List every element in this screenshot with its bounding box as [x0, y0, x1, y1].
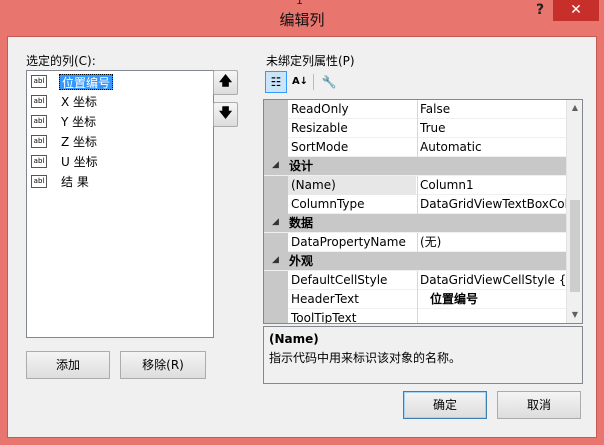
dialog-window: 1 编辑列 ? ✕ 选定的列(C): abl 位置编号 abl X 坐标 abl…	[0, 0, 604, 445]
property-value-input[interactable]: Column1	[417, 176, 568, 195]
property-row[interactable]: DefaultCellStyle DataGridViewCellStyle {…	[264, 271, 568, 290]
category-name: 数据	[289, 216, 314, 230]
column-item[interactable]: abl Y 坐标	[29, 113, 209, 131]
move-down-button[interactable]: 🡇	[213, 102, 238, 127]
property-name: DataPropertyName	[291, 235, 406, 249]
selected-columns-list[interactable]: abl 位置编号 abl X 坐标 abl Y 坐标 abl Z 坐标 abl …	[26, 70, 214, 338]
sort-alphabetical-icon: A↓	[291, 76, 309, 87]
textbox-column-icon: abl	[31, 115, 47, 128]
property-row[interactable]: ToolTipText	[264, 309, 568, 324]
arrow-down-icon: 🡇	[218, 106, 233, 121]
cancel-button[interactable]: 取消	[497, 391, 581, 419]
ok-button[interactable]: 确定	[403, 391, 487, 419]
close-icon: ✕	[570, 2, 582, 18]
property-grid[interactable]: ReadOnly False Resizable True SortMode A…	[263, 99, 583, 324]
property-name: ColumnType	[291, 197, 365, 211]
dialog-title: 编辑列	[279, 11, 325, 29]
column-item-label: Z 坐标	[61, 135, 98, 149]
property-row[interactable]: HeaderText 位置编号	[264, 290, 568, 309]
column-item[interactable]: abl X 坐标	[29, 93, 209, 111]
column-item[interactable]: abl Z 坐标	[29, 133, 209, 151]
category-row-design[interactable]: ◢ 设计	[264, 157, 568, 176]
property-name: Resizable	[291, 121, 348, 135]
title-overlap-text: 1	[296, 0, 303, 7]
scroll-down-icon[interactable]: ▼	[567, 307, 582, 323]
property-row[interactable]: SortMode Automatic	[264, 138, 568, 157]
description-text: 指示代码中用来标识该对象的名称。	[269, 351, 462, 365]
property-value[interactable]	[417, 309, 568, 323]
property-row[interactable]: Resizable True	[264, 119, 568, 138]
column-item-label: U 坐标	[61, 155, 98, 169]
category-row-data[interactable]: ◢ 数据	[264, 214, 568, 233]
wrench-icon: 🔧	[321, 75, 337, 89]
textbox-column-icon: abl	[31, 75, 47, 88]
toolbar-separator	[313, 74, 314, 90]
property-value[interactable]: False	[417, 100, 568, 119]
property-value[interactable]: (无)	[417, 233, 568, 252]
scrollbar-thumb[interactable]	[570, 200, 580, 292]
category-row-appearance[interactable]: ◢ 外观	[264, 252, 568, 271]
column-item-label: Y 坐标	[61, 115, 97, 129]
column-item-label: X 坐标	[61, 95, 98, 109]
property-value[interactable]: DataGridViewCellStyle { }	[417, 271, 568, 290]
title-bar[interactable]: 1 编辑列 ? ✕	[0, 0, 604, 36]
property-name: ToolTipText	[291, 311, 357, 324]
categorized-icon: ☷	[270, 75, 282, 89]
column-item[interactable]: abl 结 果	[29, 173, 209, 191]
property-value[interactable]: 位置编号	[417, 290, 568, 309]
column-item-label: 结 果	[61, 175, 89, 189]
collapse-icon[interactable]: ◢	[272, 217, 279, 227]
dialog-client-area: 选定的列(C): abl 位置编号 abl X 坐标 abl Y 坐标 abl …	[7, 36, 597, 438]
property-name: ReadOnly	[291, 102, 349, 116]
property-value[interactable]: Automatic	[417, 138, 568, 157]
unbound-column-properties-label: 未绑定列属性(P)	[266, 54, 355, 68]
column-item-label: 位置编号	[59, 74, 114, 90]
property-name: SortMode	[291, 140, 349, 154]
collapse-icon[interactable]: ◢	[272, 160, 279, 170]
property-row[interactable]: DataPropertyName (无)	[264, 233, 568, 252]
move-up-button[interactable]: 🡅	[213, 70, 238, 95]
property-name: HeaderText	[291, 292, 359, 306]
scroll-up-icon[interactable]: ▲	[567, 100, 582, 116]
textbox-column-icon: abl	[31, 135, 47, 148]
textbox-column-icon: abl	[31, 95, 47, 108]
property-name: (Name)	[288, 176, 416, 195]
collapse-icon[interactable]: ◢	[272, 255, 279, 265]
property-grid-scrollbar[interactable]: ▲ ▼	[566, 100, 582, 323]
arrow-up-icon: 🡅	[218, 74, 233, 89]
close-button[interactable]: ✕	[553, 0, 599, 21]
selected-columns-label: 选定的列(C):	[26, 54, 96, 68]
add-button[interactable]: 添加	[26, 351, 110, 379]
category-name: 外观	[289, 254, 314, 268]
alphabetical-button[interactable]: A↓	[289, 71, 311, 93]
textbox-column-icon: abl	[31, 175, 47, 188]
property-row[interactable]: ColumnType DataGridViewTextBoxColu	[264, 195, 568, 214]
property-value[interactable]: DataGridViewTextBoxColu	[417, 195, 568, 214]
help-button[interactable]: ?	[527, 0, 553, 21]
property-description-panel: (Name) 指示代码中用来标识该对象的名称。	[263, 326, 583, 384]
property-value[interactable]: True	[417, 119, 568, 138]
category-name: 设计	[289, 159, 314, 173]
textbox-column-icon: abl	[31, 155, 47, 168]
description-title: (Name)	[269, 332, 319, 346]
remove-button[interactable]: 移除(R)	[120, 351, 206, 379]
property-pages-button[interactable]: 🔧	[318, 71, 340, 93]
column-item[interactable]: abl U 坐标	[29, 153, 209, 171]
property-row[interactable]: ReadOnly False	[264, 100, 568, 119]
categorized-button[interactable]: ☷	[265, 71, 287, 93]
column-item[interactable]: abl 位置编号	[29, 73, 209, 91]
property-row[interactable]: (Name) Column1	[264, 176, 568, 195]
property-name: DefaultCellStyle	[291, 273, 388, 287]
